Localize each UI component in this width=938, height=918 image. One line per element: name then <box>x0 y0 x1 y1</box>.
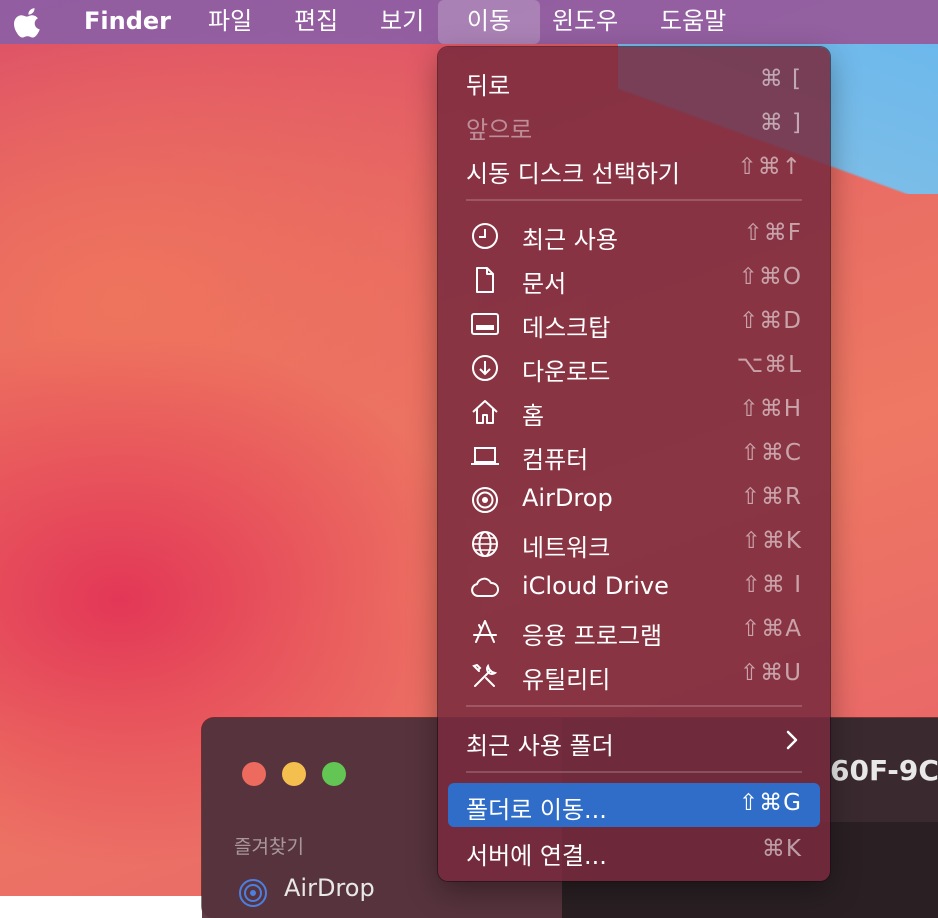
menu-item-utilities[interactable]: 유틸리티 ⇧⌘U <box>448 653 820 697</box>
menu-item-back[interactable]: 뒤로 ⌘ [ <box>448 59 820 103</box>
menu-item-home[interactable]: 홈 ⇧⌘H <box>448 389 820 433</box>
menu-item-label: 문서 <box>522 270 567 298</box>
menu-item-label: 폴더로 이동... <box>466 796 607 824</box>
menu-item-computer[interactable]: 컴퓨터 ⇧⌘C <box>448 433 820 477</box>
menubar-file[interactable]: 파일 <box>208 0 252 44</box>
menu-separator <box>466 771 802 773</box>
close-button[interactable] <box>242 762 266 786</box>
menu-item-shortcut: ⌘K <box>761 836 802 862</box>
menu-item-shortcut: ⇧⌘C <box>740 440 802 466</box>
laptop-icon <box>471 447 499 465</box>
menu-item-label: 앞으로 <box>466 116 533 144</box>
menubar-go[interactable]: 이동 <box>438 0 540 44</box>
menubar-view[interactable]: 보기 <box>380 0 424 44</box>
menu-item-shortcut: ⇧⌘F <box>743 220 802 246</box>
menu-item-label: 네트워크 <box>522 534 611 562</box>
apple-logo-icon[interactable] <box>14 6 44 38</box>
menu-item-shortcut: ⇧⌘G <box>738 790 802 816</box>
menu-item-forward: 앞으로 ⌘ ] <box>448 103 820 147</box>
airdrop-icon <box>239 879 267 907</box>
menubar-window[interactable]: 윈도우 <box>552 0 618 44</box>
menu-item-label: 유틸리티 <box>522 666 611 694</box>
menu-item-label: 홈 <box>522 402 545 430</box>
menu-item-icloud-drive[interactable]: iCloud Drive ⇧⌘ I <box>448 565 820 609</box>
menu-item-shortcut: ⇧⌘R <box>740 484 802 510</box>
clock-icon <box>472 223 498 249</box>
sidebar-item-label: AirDrop <box>284 874 375 902</box>
menu-item-shortcut: ⌘ ] <box>759 110 802 136</box>
menu-item-shortcut: ⇧⌘U <box>739 660 802 686</box>
menubar-edit[interactable]: 편집 <box>294 0 338 44</box>
minimize-button[interactable] <box>282 762 306 786</box>
sidebar-section-favorites: 즐겨찾기 <box>234 836 304 858</box>
go-menu-dropdown: 뒤로 ⌘ [ 앞으로 ⌘ ] 시동 디스크 선택하기 ⇧⌘↑ 최근 사용 ⇧⌘F… <box>438 47 830 881</box>
menu-item-label: 뒤로 <box>466 72 511 100</box>
menu-item-label: 최근 사용 <box>522 226 618 254</box>
menu-item-shortcut: ⌘ [ <box>759 66 802 92</box>
menu-item-shortcut: ⇧⌘K <box>741 528 802 554</box>
apps-icon <box>473 620 497 643</box>
menu-item-shortcut: ⇧⌘H <box>739 396 802 422</box>
menu-item-label: iCloud Drive <box>522 572 669 600</box>
menu-separator <box>466 705 802 707</box>
zoom-button[interactable] <box>322 762 346 786</box>
chevron-right-icon <box>786 730 798 750</box>
menu-item-label: 시동 디스크 선택하기 <box>466 160 680 188</box>
menu-item-label: 다운로드 <box>522 358 611 386</box>
globe-icon <box>472 531 498 557</box>
finder-window-title: 60F-9C <box>830 754 938 787</box>
menu-item-connect-to-server[interactable]: 서버에 연결... ⌘K <box>448 829 820 873</box>
airdrop-icon <box>472 487 498 513</box>
menu-item-startup-disk[interactable]: 시동 디스크 선택하기 ⇧⌘↑ <box>448 147 820 191</box>
menu-item-go-to-folder[interactable]: 폴더로 이동... ⇧⌘G <box>448 783 820 827</box>
menu-item-recents[interactable]: 최근 사용 ⇧⌘F <box>448 213 820 257</box>
menu-item-recent-folders[interactable]: 최근 사용 폴더 <box>448 719 820 763</box>
menu-item-label: 최근 사용 폴더 <box>466 732 614 760</box>
desktop-icon <box>471 313 499 335</box>
menu-item-shortcut: ⇧⌘↑ <box>737 154 802 180</box>
menu-item-applications[interactable]: 응용 프로그램 ⇧⌘A <box>448 609 820 653</box>
menu-item-network[interactable]: 네트워크 ⇧⌘K <box>448 521 820 565</box>
utilities-icon <box>472 663 498 687</box>
menu-item-downloads[interactable]: 다운로드 ⌥⌘L <box>448 345 820 389</box>
menubar-help[interactable]: 도움말 <box>660 0 726 44</box>
menu-item-label: 컴퓨터 <box>522 446 589 474</box>
menubar-app-name[interactable]: Finder <box>84 0 171 44</box>
menu-item-label: 서버에 연결... <box>466 842 607 870</box>
menu-item-shortcut: ⇧⌘O <box>738 264 802 290</box>
document-icon <box>476 267 494 293</box>
menu-item-airdrop[interactable]: AirDrop ⇧⌘R <box>448 477 820 521</box>
menu-item-label: AirDrop <box>522 484 613 512</box>
menu-item-documents[interactable]: 문서 ⇧⌘O <box>448 257 820 301</box>
menu-separator <box>466 199 802 201</box>
menu-item-label: 데스크탑 <box>522 314 611 342</box>
menu-item-shortcut: ⇧⌘A <box>740 616 802 642</box>
menu-item-desktop[interactable]: 데스크탑 ⇧⌘D <box>448 301 820 345</box>
menu-item-shortcut: ⇧⌘ I <box>741 572 802 598</box>
menu-item-label: 응용 프로그램 <box>522 622 663 650</box>
menu-item-shortcut: ⇧⌘D <box>739 308 802 334</box>
download-icon <box>472 355 498 381</box>
menu-bar: Finder 파일 편집 보기 이동 윈도우 도움말 <box>0 0 938 44</box>
menu-item-shortcut: ⌥⌘L <box>736 352 802 378</box>
cloud-icon <box>471 577 499 597</box>
home-icon <box>472 400 498 424</box>
